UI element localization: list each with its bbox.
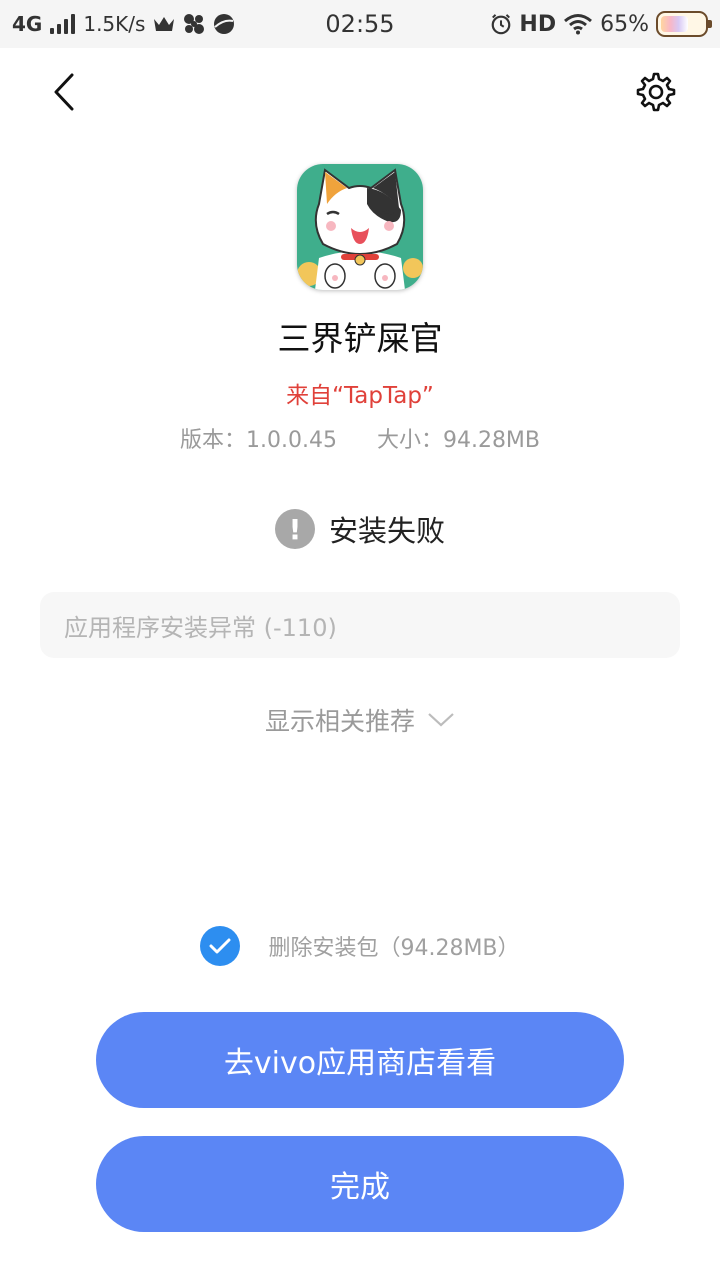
delete-package-option[interactable]: 删除安装包（94.28MB）	[0, 926, 720, 966]
top-nav	[0, 48, 720, 138]
app-name: 三界铲屎官	[277, 319, 443, 358]
show-recommendations-toggle[interactable]: 显示相关推荐	[0, 702, 720, 738]
app-version: 版本：1.0.0.45	[179, 428, 337, 453]
crown-icon	[153, 13, 175, 35]
install-status: ! 安装失败	[0, 508, 720, 550]
error-message: 应用程序安装异常 (-110)	[40, 592, 680, 658]
app-icon	[297, 164, 423, 290]
back-button[interactable]	[40, 68, 88, 116]
chevron-down-icon	[428, 713, 454, 727]
network-type: 4G	[12, 12, 43, 36]
signal-icon	[50, 14, 76, 34]
battery-icon	[656, 11, 712, 37]
battery-percent: 65%	[600, 11, 649, 37]
network-speed: 1.5K/s	[83, 12, 146, 36]
install-status-label: 安装失败	[328, 514, 445, 548]
recommend-label: 显示相关推荐	[264, 707, 415, 736]
status-bar: 4G 1.5K/s 02:55 HD 65%	[0, 0, 720, 48]
app-source: 来自“TapTap”	[286, 383, 434, 409]
delete-package-label: 删除安装包（94.28MB）	[268, 936, 520, 961]
fan-icon	[183, 13, 205, 35]
wifi-icon	[563, 13, 593, 35]
gear-icon	[636, 72, 676, 112]
app-meta: 版本：1.0.0.45 大小：94.28MB	[0, 422, 720, 454]
hd-indicator: HD	[519, 11, 557, 37]
warning-icon: !	[274, 509, 315, 549]
planet-icon	[213, 13, 235, 35]
back-arrow-icon	[54, 73, 74, 111]
app-size: 大小：94.28MB	[376, 428, 541, 453]
done-button[interactable]: 完成	[96, 1136, 624, 1232]
alarm-icon	[490, 13, 512, 35]
settings-button[interactable]	[632, 68, 680, 116]
delete-package-checkbox[interactable]	[200, 926, 241, 966]
checkmark-icon	[209, 938, 231, 954]
go-to-store-button[interactable]: 去vivo应用商店看看	[96, 1012, 624, 1108]
